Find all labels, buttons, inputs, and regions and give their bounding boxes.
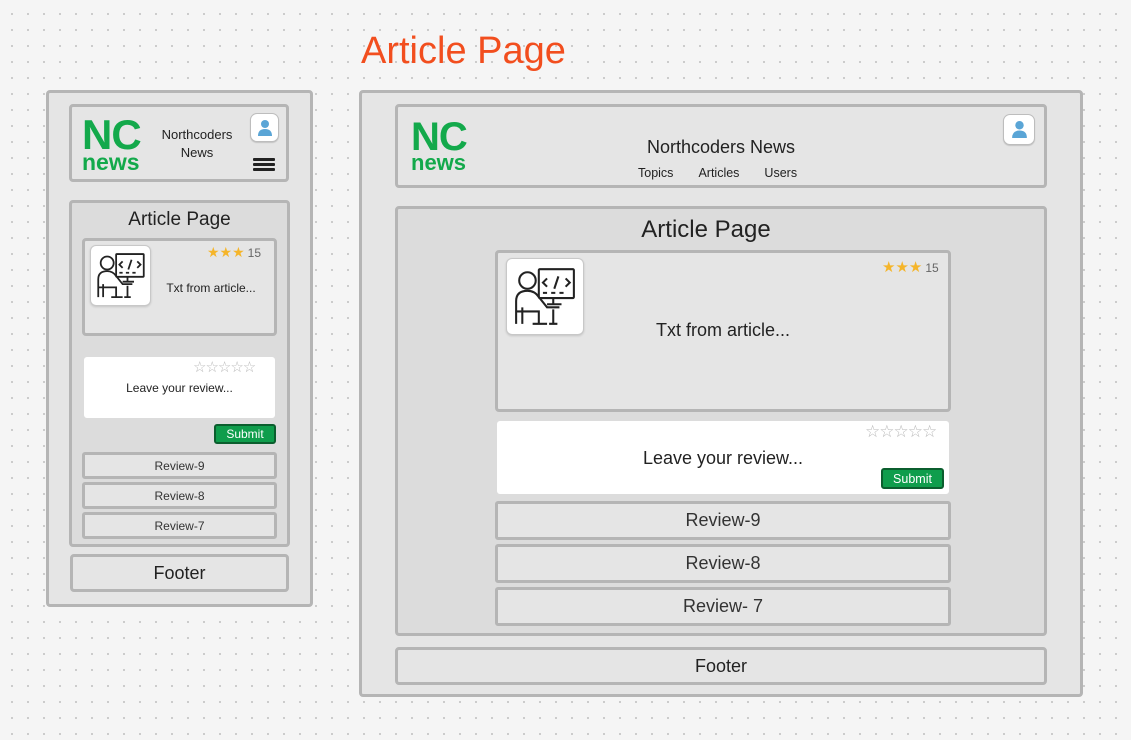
nav-topics[interactable]: Topics bbox=[638, 166, 673, 180]
desktop-footer-label: Footer bbox=[694, 655, 748, 676]
mobile-review-input[interactable]: Leave your review... bbox=[94, 381, 265, 395]
desktop-article-text: Txt from article... bbox=[655, 320, 790, 340]
mobile-submit-button[interactable]: Submit bbox=[214, 424, 276, 444]
desktop-submit-button[interactable]: Submit bbox=[881, 468, 944, 489]
site-name-line2: News bbox=[180, 145, 214, 160]
mobile-review-item[interactable]: Review-9 bbox=[82, 452, 277, 479]
mobile-article-thumbnail bbox=[90, 245, 151, 306]
desktop-nav: Topics Articles Users bbox=[638, 166, 797, 180]
desktop-review-item[interactable]: Review-9 bbox=[495, 501, 951, 540]
desktop-review-item[interactable]: Review- 7 bbox=[495, 587, 951, 626]
logo-news: news bbox=[82, 148, 140, 175]
rating-count: 15 bbox=[925, 261, 939, 275]
mobile-review-item[interactable]: Review-7 bbox=[82, 512, 277, 539]
nav-articles[interactable]: Articles bbox=[698, 166, 739, 180]
mobile-avatar-button[interactable] bbox=[250, 113, 279, 142]
mobile-footer-label: Footer bbox=[153, 562, 206, 583]
mobile-page-heading: Article Page bbox=[128, 209, 231, 230]
logo-nc: NC bbox=[82, 111, 142, 158]
hamburger-icon[interactable] bbox=[253, 158, 275, 173]
board-title: Article Page bbox=[361, 30, 566, 72]
mobile-article-rating: ★★★ 15 bbox=[207, 244, 261, 261]
rating-count: 15 bbox=[247, 246, 262, 260]
nav-users[interactable]: Users bbox=[764, 166, 797, 180]
desktop-avatar-button[interactable] bbox=[1003, 114, 1035, 145]
desktop-review-star-rating[interactable]: ☆☆☆☆☆ bbox=[865, 422, 937, 442]
mobile-article-text: Txt from article... bbox=[166, 281, 256, 295]
rating-stars: ★★★ bbox=[882, 259, 923, 276]
mobile-review-item[interactable]: Review-8 bbox=[82, 482, 277, 509]
developer-icon bbox=[515, 267, 575, 325]
desktop-article-thumbnail bbox=[506, 258, 584, 335]
desktop-page-heading: Article Page bbox=[641, 216, 771, 243]
logo-nc: NC bbox=[411, 115, 468, 159]
user-icon bbox=[1011, 121, 1027, 138]
rating-stars: ★★★ bbox=[207, 244, 245, 260]
mobile-logo[interactable]: NC news bbox=[82, 111, 142, 175]
mobile-site-name: Northcoders News bbox=[153, 126, 241, 162]
desktop-review-item[interactable]: Review-8 bbox=[495, 544, 951, 583]
desktop-review-input[interactable]: Leave your review... bbox=[583, 448, 863, 469]
desktop-logo[interactable]: NC news bbox=[411, 115, 468, 175]
user-icon bbox=[257, 119, 272, 136]
desktop-site-name: Northcoders News bbox=[646, 137, 796, 157]
site-name-line1: Northcoders bbox=[161, 127, 233, 142]
logo-news: news bbox=[411, 150, 467, 175]
desktop-footer: Footer bbox=[395, 647, 1047, 685]
mobile-review-star-rating[interactable]: ☆☆☆☆☆ bbox=[193, 358, 256, 376]
developer-icon bbox=[96, 252, 145, 298]
desktop-article-rating: ★★★ 15 bbox=[882, 258, 939, 276]
mobile-footer: Footer bbox=[70, 554, 289, 592]
